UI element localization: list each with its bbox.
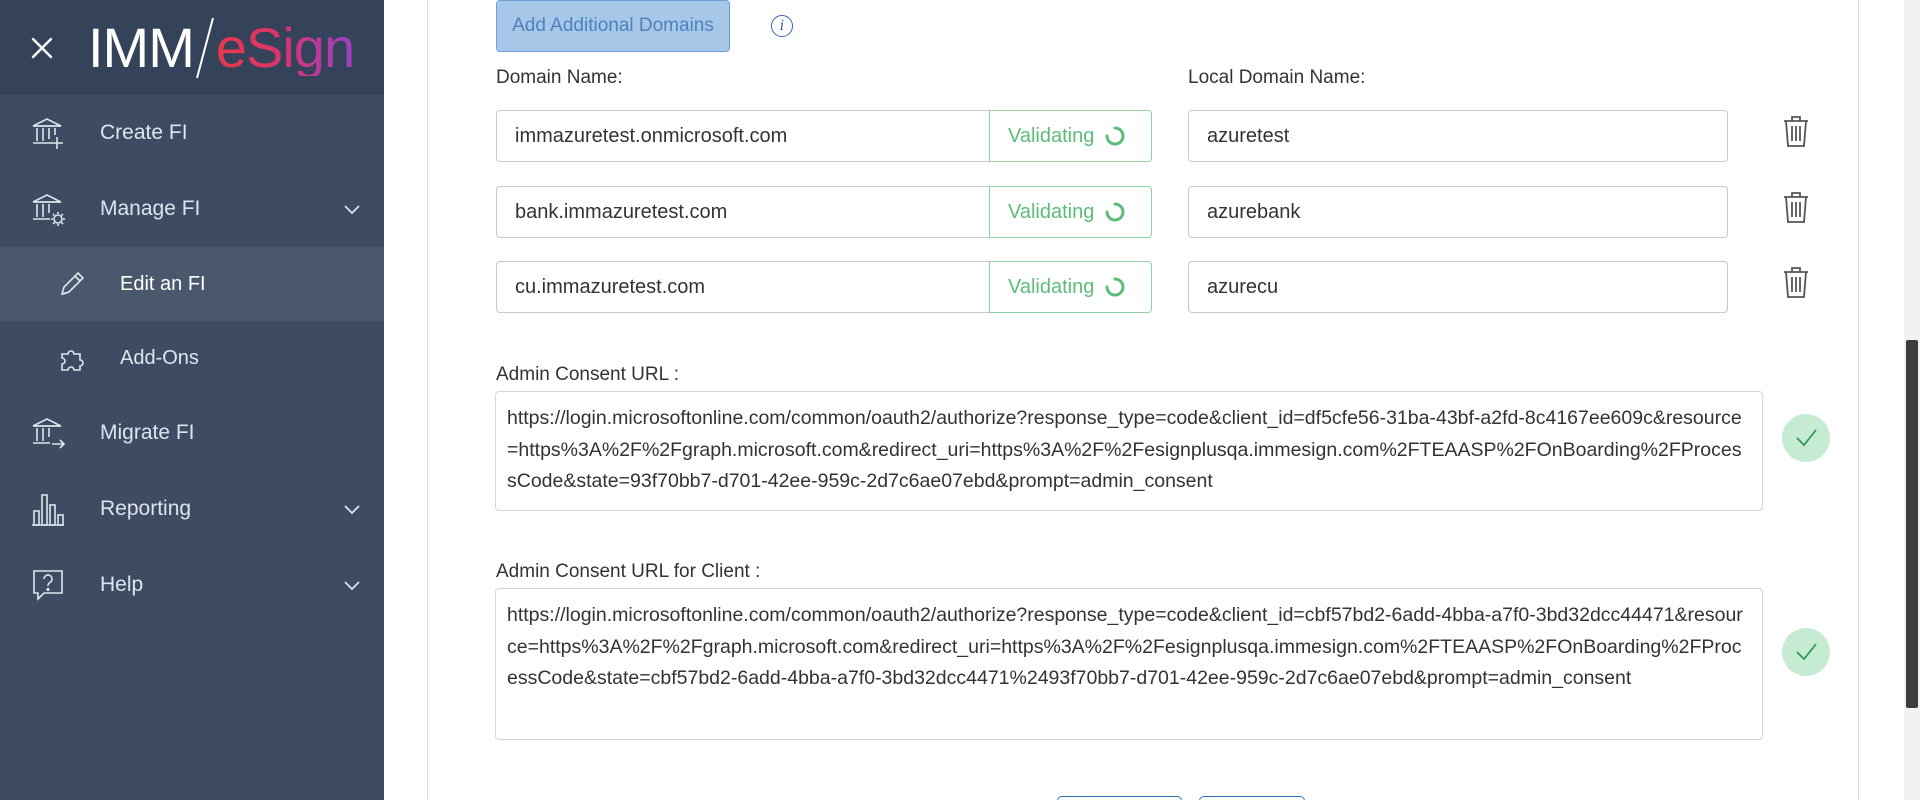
sidebar-header: IMM eSign	[0, 0, 384, 95]
sidebar-item-label: Migrate FI	[100, 421, 195, 444]
sidebar-item-migrate-fi[interactable]: Migrate FI	[0, 395, 384, 471]
validating-status: Validating	[989, 186, 1152, 238]
domain-name-field[interactable]: immazuretest.onmicrosoft.com	[496, 110, 989, 162]
bottom-action-button[interactable]	[1199, 796, 1305, 800]
spinner-icon	[1105, 277, 1125, 297]
vertical-scrollbar[interactable]	[1904, 0, 1920, 800]
local-domain-name-label: Local Domain Name:	[1188, 67, 1366, 88]
sidebar-item-reporting[interactable]: Reporting	[0, 471, 384, 547]
logo-esign-text: eSign	[215, 15, 355, 79]
bank-arrow-icon	[30, 415, 66, 451]
spinner-icon	[1105, 202, 1125, 222]
sidebar: IMM eSign Create FI Manage FI Edit an FI…	[0, 0, 384, 800]
sidebar-item-add-ons[interactable]: Add-Ons	[0, 321, 384, 395]
check-icon	[1782, 628, 1830, 676]
add-additional-domains-button[interactable]: Add Additional Domains	[496, 0, 730, 52]
bank-gear-icon	[30, 191, 66, 227]
validating-status: Validating	[989, 110, 1152, 162]
logo-imm-text: IMM	[88, 15, 195, 79]
spinner-icon	[1105, 126, 1125, 146]
sidebar-item-label: Add-Ons	[120, 346, 199, 369]
sidebar-item-label: Reporting	[100, 497, 192, 520]
pencil-icon	[58, 270, 86, 298]
check-icon	[1782, 414, 1830, 462]
local-domain-name-field[interactable]: azuretest	[1188, 110, 1728, 162]
validating-label: Validating	[1008, 124, 1095, 147]
help-bubble-icon	[30, 567, 66, 603]
validating-status: Validating	[989, 261, 1152, 313]
delete-domain-icon[interactable]	[1782, 265, 1810, 299]
admin-consent-url-client-label: Admin Consent URL for Client :	[496, 561, 761, 582]
admin-consent-url-field[interactable]: https://login.microsoftonline.com/common…	[495, 391, 1763, 511]
sidebar-item-help[interactable]: Help	[0, 547, 384, 623]
app-logo: IMM eSign	[88, 15, 355, 80]
chevron-down-icon[interactable]	[344, 573, 360, 597]
puzzle-icon	[58, 344, 86, 372]
main-content: Add Additional Domains i Domain Name: Lo…	[384, 0, 1920, 800]
sidebar-item-edit-an-fi[interactable]: Edit an FI	[0, 247, 384, 321]
logo-slash-icon	[195, 17, 214, 78]
scrollbar-thumb[interactable]	[1906, 340, 1918, 708]
delete-domain-icon[interactable]	[1782, 114, 1810, 148]
delete-domain-icon[interactable]	[1782, 190, 1810, 224]
sidebar-item-label: Help	[100, 573, 144, 596]
chevron-down-icon[interactable]	[344, 197, 360, 221]
local-domain-name-field[interactable]: azurecu	[1188, 261, 1728, 313]
sidebar-item-label: Manage FI	[100, 197, 201, 220]
domain-name-field[interactable]: cu.immazuretest.com	[496, 261, 989, 313]
bottom-action-button[interactable]	[1057, 796, 1182, 800]
sidebar-item-manage-fi[interactable]: Manage FI	[0, 171, 384, 247]
local-domain-name-field[interactable]: azurebank	[1188, 186, 1728, 238]
form-card: Add Additional Domains i Domain Name: Lo…	[427, 0, 1859, 800]
bank-plus-icon	[30, 115, 66, 151]
info-icon[interactable]: i	[771, 15, 793, 37]
domain-name-field[interactable]: bank.immazuretest.com	[496, 186, 989, 238]
bar-chart-icon	[30, 491, 66, 527]
validating-label: Validating	[1008, 275, 1095, 298]
admin-consent-url-client-field[interactable]: https://login.microsoftonline.com/common…	[495, 588, 1763, 740]
chevron-down-icon[interactable]	[344, 497, 360, 521]
admin-consent-url-label: Admin Consent URL :	[496, 364, 680, 385]
close-icon[interactable]	[28, 34, 56, 62]
sidebar-item-label: Edit an FI	[120, 272, 206, 295]
domain-name-label: Domain Name:	[496, 67, 623, 88]
sidebar-item-create-fi[interactable]: Create FI	[0, 95, 384, 171]
sidebar-item-label: Create FI	[100, 121, 188, 144]
validating-label: Validating	[1008, 200, 1095, 223]
